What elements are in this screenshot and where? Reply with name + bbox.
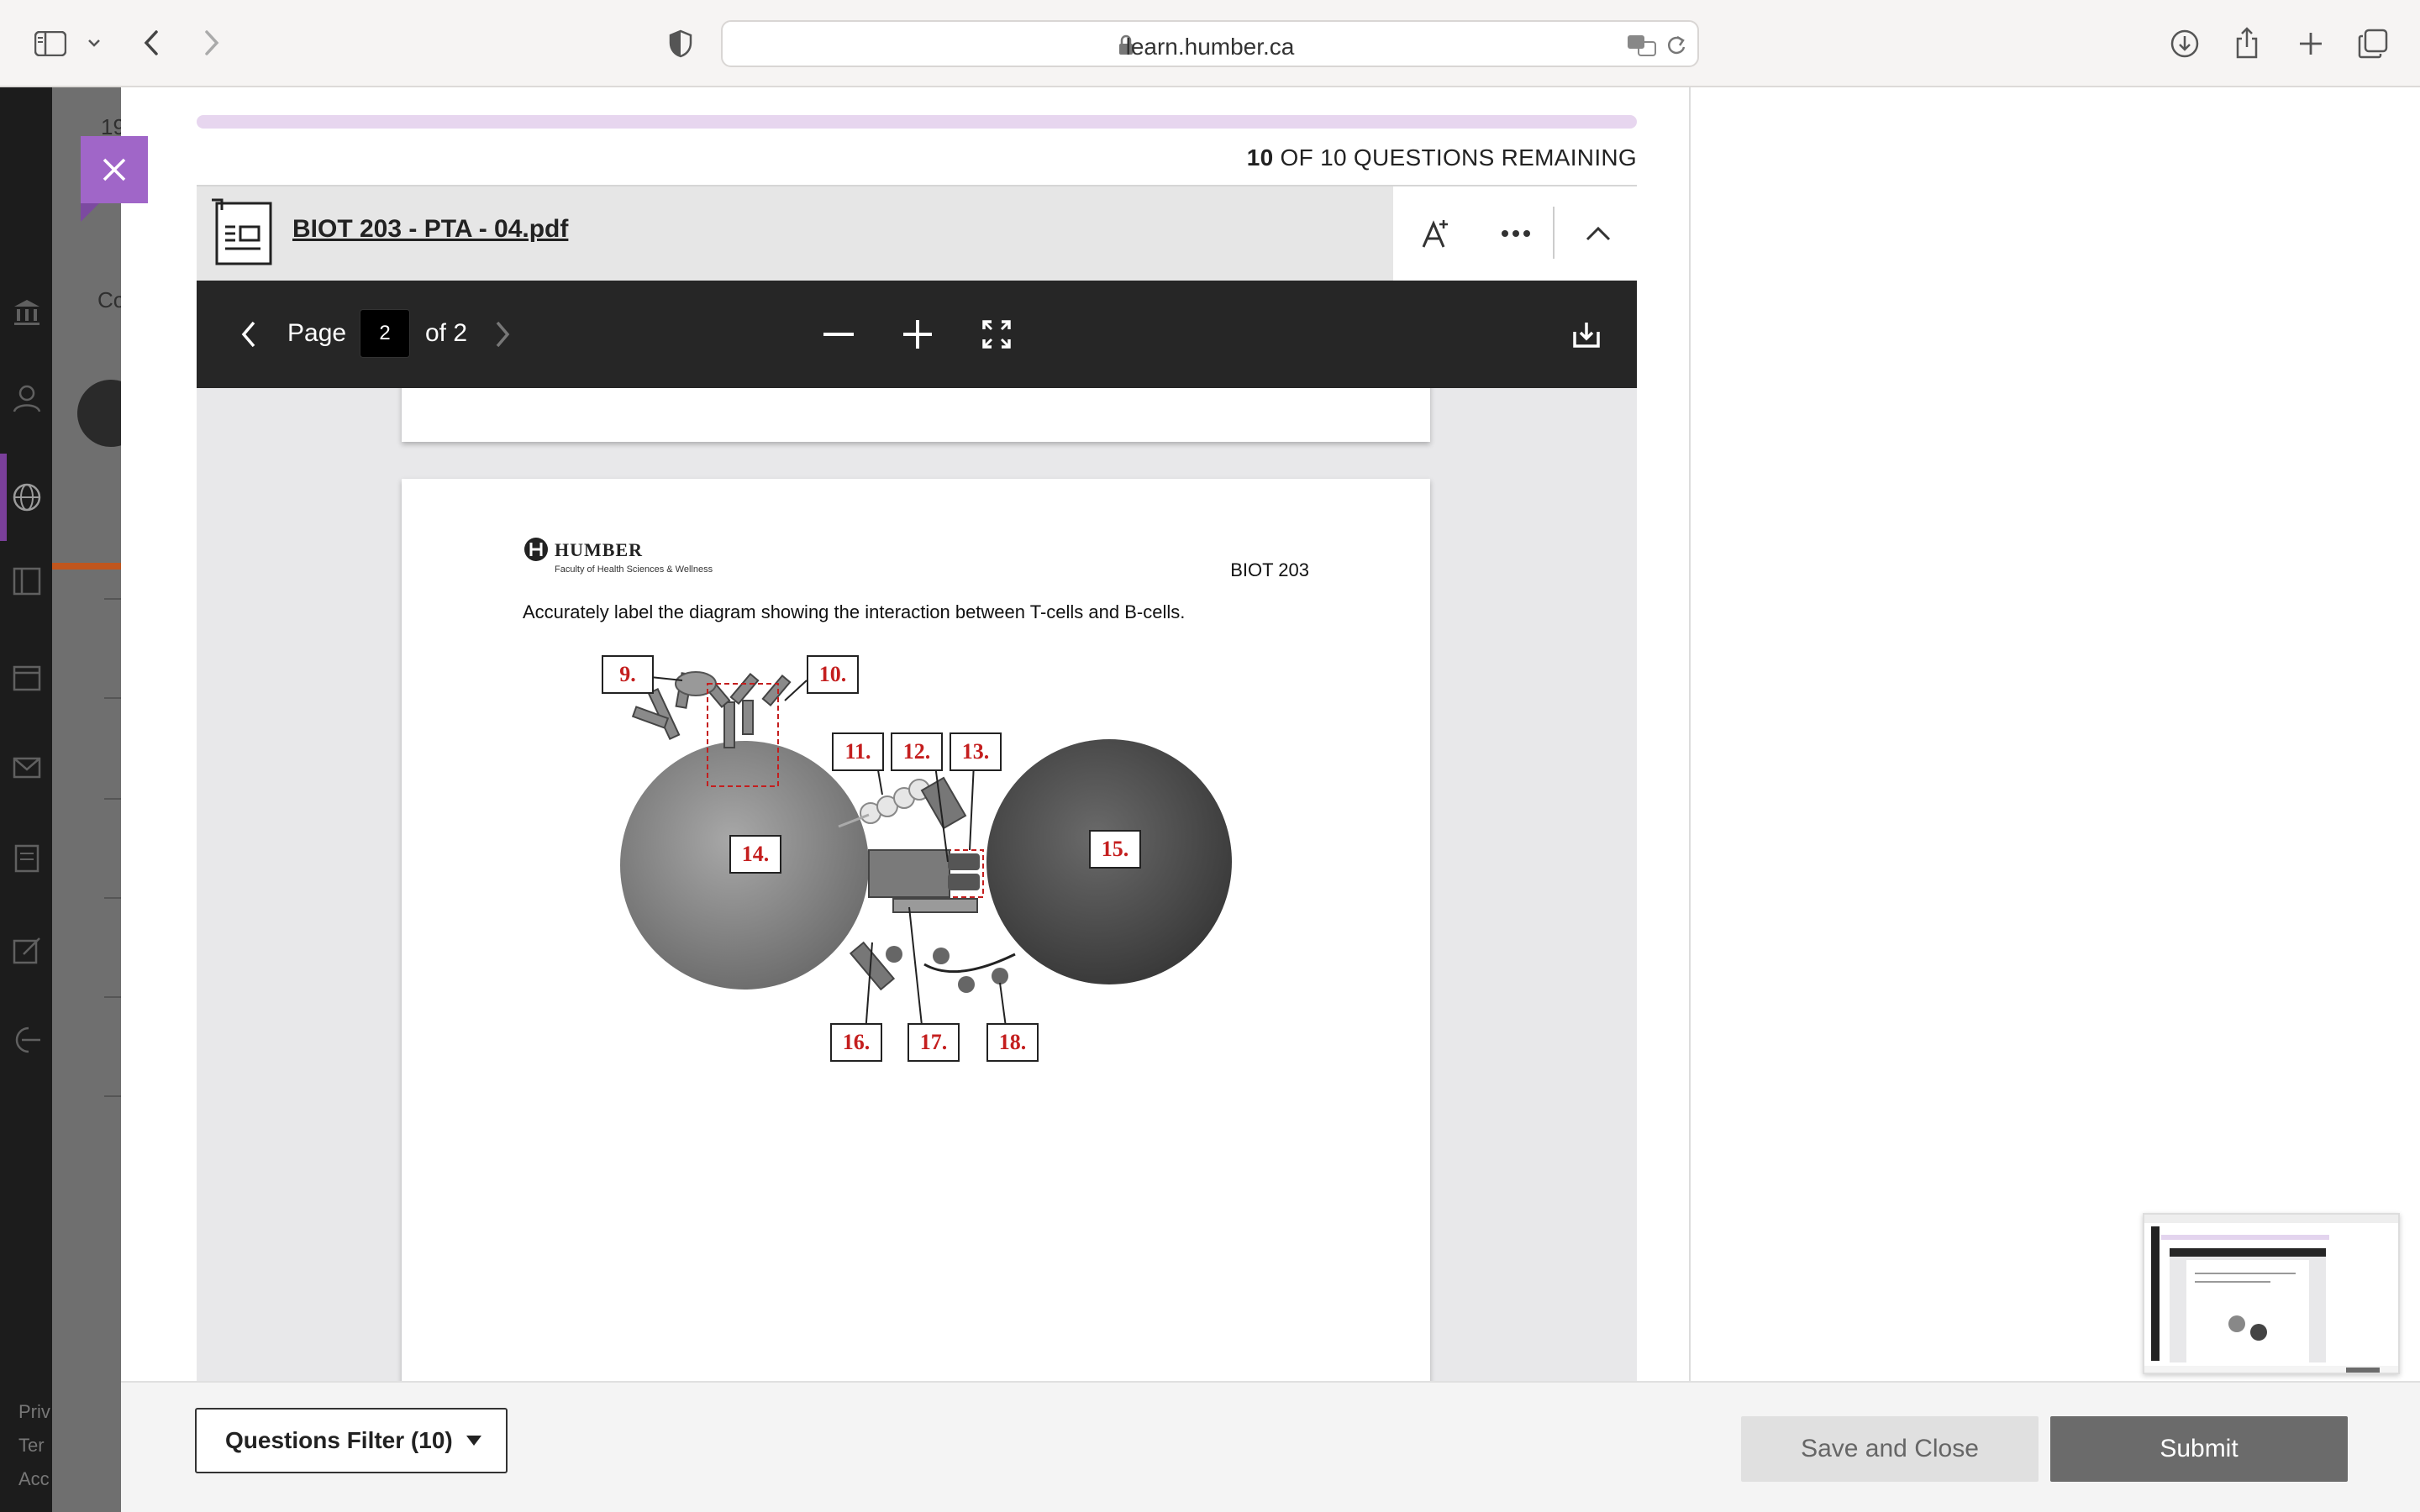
fullscreen-button[interactable] <box>971 309 1022 360</box>
questions-remaining: 10 OF 10 QUESTIONS REMAINING <box>1092 144 1637 171</box>
collapse-button[interactable] <box>1576 212 1620 255</box>
close-icon <box>103 158 126 181</box>
zoom-in-button[interactable] <box>892 309 943 360</box>
chevron-up-icon <box>1586 226 1611 241</box>
diagram-label-12: 12. <box>891 732 943 771</box>
reload-icon[interactable] <box>1665 34 1687 61</box>
diagram-label-11: 11. <box>832 732 884 771</box>
background-content: 19 Co <box>52 87 145 1512</box>
attachment-header: BIOT 203 - PTA - 04.pdf <box>197 185 1637 281</box>
pdf-viewer[interactable]: HUMBER Faculty of Health Sciences & Well… <box>197 388 1637 1381</box>
download-icon <box>1573 323 1600 348</box>
action-divider <box>1553 207 1555 259</box>
new-tab-icon[interactable] <box>2292 25 2329 62</box>
browser-toolbar: learn.humber.ca <box>0 0 2420 87</box>
sidebar-toggle-icon[interactable] <box>34 27 67 60</box>
panel-divider <box>1689 87 1691 1381</box>
active-nav-indicator <box>0 454 7 541</box>
questions-filter-dropdown[interactable]: Questions Filter (10) <box>195 1408 508 1473</box>
more-icon <box>1502 230 1530 237</box>
caret-down-icon <box>466 1436 481 1446</box>
plus-icon <box>903 320 932 349</box>
download-pdf-button[interactable] <box>1561 309 1612 360</box>
diagram-label-17: 17. <box>908 1023 960 1062</box>
tcell-bcell-diagram <box>620 671 1232 1034</box>
footer-bar: Questions Filter (10) Save and Close Sub… <box>121 1381 2420 1512</box>
file-name-link[interactable]: BIOT 203 - PTA - 04.pdf <box>292 215 568 244</box>
divider <box>104 697 121 699</box>
messages-icon <box>12 753 42 783</box>
text-to-speech-button[interactable] <box>1413 212 1457 255</box>
profile-icon <box>12 383 42 413</box>
tools-icon <box>12 936 42 966</box>
footer-terms-text: Ter <box>18 1435 45 1456</box>
diagram-label-15: 15. <box>1089 830 1141 869</box>
background-nav: Priv Ter Acc <box>0 87 52 1512</box>
divider <box>104 996 121 998</box>
sign-out-icon <box>12 1025 42 1055</box>
more-options-button[interactable] <box>1494 212 1538 255</box>
footer-access-text: Acc <box>18 1468 50 1489</box>
forward-icon[interactable] <box>195 25 229 60</box>
chevron-down-icon[interactable] <box>84 30 104 55</box>
grades-icon <box>12 843 42 874</box>
institution-icon <box>12 297 42 328</box>
page-label: Page <box>287 319 347 347</box>
diagram-label-18: 18. <box>986 1023 1039 1062</box>
save-and-close-button[interactable]: Save and Close <box>1741 1416 2039 1482</box>
previous-page-button[interactable] <box>224 309 274 360</box>
diagram-label-9: 9. <box>602 655 654 694</box>
page-total: of 2 <box>425 319 468 347</box>
filter-label: Questions Filter (10) <box>225 1427 453 1453</box>
close-button[interactable] <box>81 136 148 203</box>
expand-icon <box>982 320 1011 349</box>
back-icon[interactable] <box>134 25 168 60</box>
page-number-input[interactable]: 2 <box>360 309 410 358</box>
pdf-page-1 <box>402 388 1430 442</box>
read-aloud-icon <box>1422 220 1448 248</box>
tab-overview-icon[interactable] <box>2354 25 2391 62</box>
url-text: learn.humber.ca <box>1125 34 1295 60</box>
diagram-label-16: 16. <box>830 1023 882 1062</box>
translate-icon[interactable] <box>1627 34 1657 61</box>
privacy-shield-icon[interactable] <box>664 25 697 62</box>
pdf-toolbar: Page 2 of 2 <box>197 281 1637 388</box>
minus-icon <box>823 333 854 336</box>
calendar-icon <box>12 662 42 692</box>
chevron-left-icon <box>241 321 255 348</box>
diagram-label-10: 10. <box>807 655 859 694</box>
download-icon[interactable] <box>2166 25 2203 62</box>
background-accent-bar <box>52 563 121 570</box>
questions-progress-bar <box>197 115 1637 129</box>
divider <box>104 897 121 899</box>
globe-icon <box>12 482 42 512</box>
courses-icon <box>12 566 42 596</box>
remaining-text: OF 10 QUESTIONS REMAINING <box>1280 144 1637 171</box>
zoom-out-button[interactable] <box>813 309 864 360</box>
address-bar[interactable]: learn.humber.ca <box>721 20 1699 67</box>
next-page-button[interactable] <box>477 309 528 360</box>
divider <box>104 1095 121 1097</box>
document-icon <box>210 198 277 273</box>
share-icon[interactable] <box>2228 24 2265 62</box>
chevron-right-icon <box>496 321 510 348</box>
submit-button[interactable]: Submit <box>2050 1416 2348 1482</box>
diagram-label-14: 14. <box>729 835 781 874</box>
footer-privacy-text: Priv <box>18 1401 50 1422</box>
remaining-count: 10 <box>1246 144 1274 171</box>
file-actions <box>1393 186 1637 281</box>
pdf-page-2: HUMBER Faculty of Health Sciences & Well… <box>402 479 1430 1381</box>
divider <box>104 598 121 600</box>
screenshot-thumbnail[interactable] <box>2143 1213 2400 1374</box>
divider <box>104 798 121 800</box>
diagram-label-13: 13. <box>950 732 1002 771</box>
